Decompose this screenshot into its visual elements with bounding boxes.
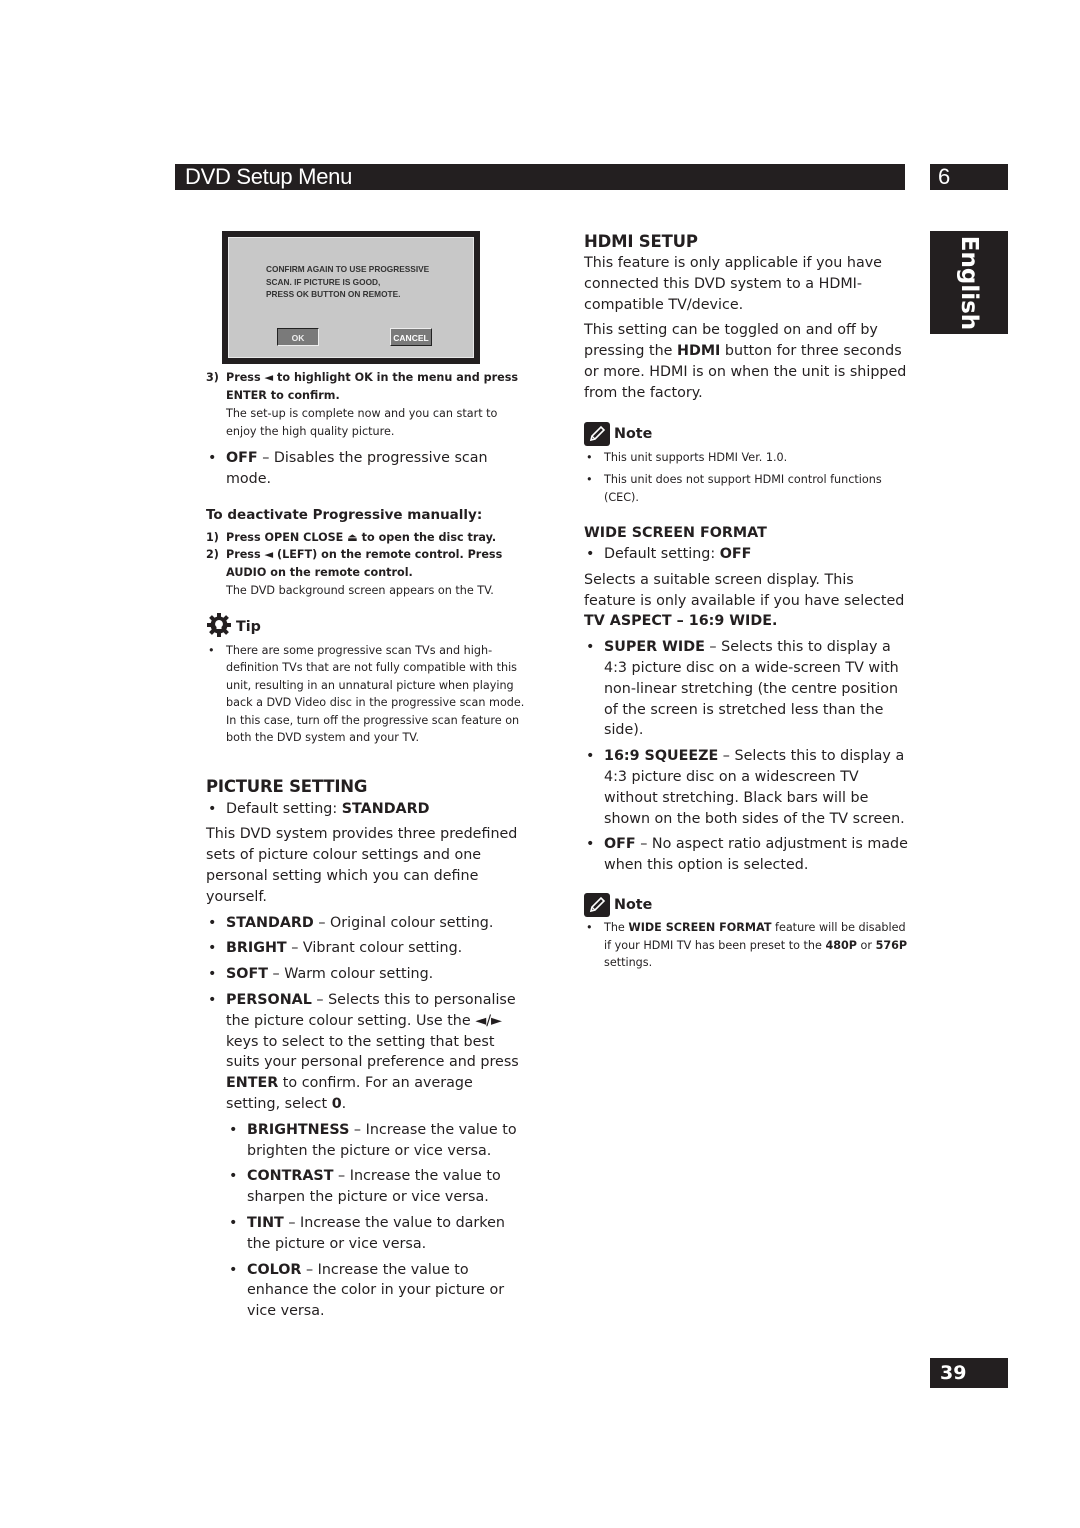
- enter-key: ENTER: [226, 1075, 279, 1092]
- option-term: OFF: [604, 836, 636, 853]
- section-title: DVD Setup Menu: [185, 164, 352, 189]
- wide-option: 16:9 SQUEEZE – Selects this to display a…: [584, 746, 909, 829]
- step-result: The set-up is complete now and you can s…: [226, 407, 498, 438]
- picture-option: BRIGHT – Vibrant colour setting.: [206, 938, 528, 959]
- wide-intro: Selects a suitable screen display. This …: [584, 570, 909, 632]
- resolution-480p: 480P: [825, 938, 857, 952]
- option-desc: – Warm colour setting.: [267, 966, 434, 983]
- ok-button[interactable]: OK: [277, 328, 319, 346]
- deactivate-step-2: 2) Press ◄ (LEFT) on the remote control.…: [206, 546, 528, 600]
- hdmi-setup-heading: HDMI SETUP: [584, 232, 698, 251]
- option-desc: – Vibrant colour setting.: [286, 940, 463, 957]
- option-term: COLOR: [247, 1261, 302, 1278]
- left-column: 3) Press ◄ to highlight OK in the menu a…: [206, 369, 528, 1322]
- step-instruction: Press ◄ (LEFT) on the remote control. Pr…: [226, 548, 503, 579]
- option-term: 16:9 SQUEEZE: [604, 748, 719, 765]
- step-number: 1): [206, 530, 219, 544]
- default-prefix: Default setting:: [226, 800, 342, 817]
- note-label: Note: [614, 425, 653, 442]
- wide-option: SUPER WIDE – Selects this to display a 4…: [584, 637, 909, 741]
- text: Selects a suitable screen display. This …: [584, 571, 905, 609]
- language-label: English: [956, 235, 982, 330]
- pencil-note-icon: [584, 421, 610, 446]
- tv-aspect-ref: TV ASPECT – 16:9 WIDE.: [584, 613, 778, 630]
- lightbulb-gear-icon: [206, 612, 232, 642]
- dialog-message: CONFIRM AGAIN TO USE PROGRESSIVE SCAN. I…: [266, 263, 429, 301]
- hdmi-button-name: HDMI: [677, 343, 721, 360]
- tip-item: There are some progressive scan TVs and …: [206, 642, 528, 747]
- personal-sub-option: BRIGHTNESS – Increase the value to brigh…: [206, 1120, 528, 1162]
- step-3: 3) Press ◄ to highlight OK in the menu a…: [206, 369, 528, 440]
- picture-setting-heading: PICTURE SETTING: [206, 776, 368, 796]
- default-value: OFF: [719, 546, 752, 563]
- default-value: STANDARD: [341, 800, 430, 817]
- wide-note-item: The WIDE SCREEN FORMAT feature will be d…: [584, 919, 909, 972]
- picture-option-personal: PERSONAL – Selects this to personalise t…: [206, 990, 528, 1115]
- option-term: BRIGHTNESS: [247, 1121, 350, 1138]
- option-desc: – Increase the value to darken the pictu…: [247, 1214, 505, 1252]
- option-desc: – Original colour setting.: [313, 914, 494, 931]
- option-term: TINT: [247, 1214, 284, 1231]
- text: or: [857, 938, 876, 952]
- step-number: 2): [206, 548, 219, 562]
- hdmi-note-header: Note: [584, 421, 909, 446]
- average-value: 0: [331, 1095, 342, 1112]
- tip-label: Tip: [236, 618, 261, 635]
- wide-option: OFF – No aspect ratio adjustment is made…: [584, 834, 909, 876]
- personal-sub-option: CONTRAST – Increase the value to sharpen…: [206, 1166, 528, 1208]
- picture-intro: This DVD system provides three predefine…: [206, 826, 518, 905]
- tip-header: Tip: [206, 612, 528, 642]
- option-term: STANDARD: [226, 914, 314, 931]
- option-desc: – Disables the progressive scan mode.: [226, 450, 488, 487]
- note-label: Note: [614, 897, 653, 914]
- option-term: OFF: [226, 450, 258, 466]
- off-option: OFF – Disables the progressive scan mode…: [206, 448, 528, 490]
- step-instruction: Press OPEN CLOSE ⏏ to open the disc tray…: [226, 530, 497, 544]
- deactivate-step-1: 1) Press OPEN CLOSE ⏏ to open the disc t…: [206, 529, 528, 547]
- text: The: [604, 921, 629, 935]
- pencil-note-icon: [584, 893, 610, 918]
- step-result: The DVD background screen appears on the…: [226, 584, 494, 598]
- picture-option: SOFT – Warm colour setting.: [206, 964, 528, 985]
- chapter-number: 6: [930, 164, 1008, 190]
- default-prefix: Default setting:: [604, 546, 720, 563]
- option-term: SOFT: [226, 966, 268, 983]
- step-instruction: Press ◄ to highlight OK in the menu and …: [226, 371, 519, 402]
- picture-default-setting: Default setting: STANDARD: [206, 799, 528, 820]
- personal-sub-option: TINT – Increase the value to darken the …: [206, 1213, 528, 1255]
- hdmi-note-item: This unit supports HDMI Ver. 1.0.: [584, 449, 909, 467]
- hdmi-para-2: This setting can be toggled on and off b…: [584, 320, 909, 403]
- picture-option: STANDARD – Original colour setting.: [206, 913, 528, 934]
- personal-sub-option: COLOR – Increase the value to enhance th…: [206, 1260, 528, 1322]
- dialog-message-line: SCAN. IF PICTURE IS GOOD,: [266, 276, 381, 287]
- dialog-message-line: PRESS OK BUTTON ON REMOTE.: [266, 289, 401, 299]
- deactivate-heading: To deactivate Progressive manually:: [206, 506, 483, 523]
- resolution-576p: 576P: [875, 938, 908, 952]
- page-number: 39: [930, 1358, 1008, 1388]
- dialog-panel: CONFIRM AGAIN TO USE PROGRESSIVE SCAN. I…: [228, 237, 474, 358]
- text: settings.: [604, 956, 653, 970]
- step-number: 3): [206, 371, 219, 384]
- wide-note-header: Note: [584, 893, 909, 918]
- option-term: PERSONAL: [226, 991, 312, 1008]
- feature-name: WIDE SCREEN FORMAT: [628, 921, 772, 935]
- period: .: [341, 1095, 347, 1112]
- progressive-confirm-dialog: CONFIRM AGAIN TO USE PROGRESSIVE SCAN. I…: [222, 231, 480, 364]
- wide-screen-heading: WIDE SCREEN FORMAT: [584, 525, 767, 542]
- dialog-message-line: CONFIRM AGAIN TO USE PROGRESSIVE: [266, 264, 430, 274]
- hdmi-note-item: This unit does not support HDMI control …: [584, 471, 909, 506]
- option-term: BRIGHT: [226, 940, 287, 957]
- option-term: CONTRAST: [247, 1168, 334, 1185]
- wide-default-setting: Default setting: OFF: [584, 544, 909, 565]
- option-term: SUPER WIDE: [604, 639, 705, 656]
- section-header: DVD Setup Menu: [175, 164, 905, 190]
- cancel-button[interactable]: CANCEL: [390, 328, 432, 346]
- hdmi-para-1: This feature is only applicable if you h…: [584, 255, 882, 313]
- language-tab: English: [930, 231, 1008, 334]
- right-column: HDMI SETUP This feature is only applicab…: [584, 232, 909, 972]
- option-desc: – No aspect ratio adjustment is made whe…: [604, 836, 908, 874]
